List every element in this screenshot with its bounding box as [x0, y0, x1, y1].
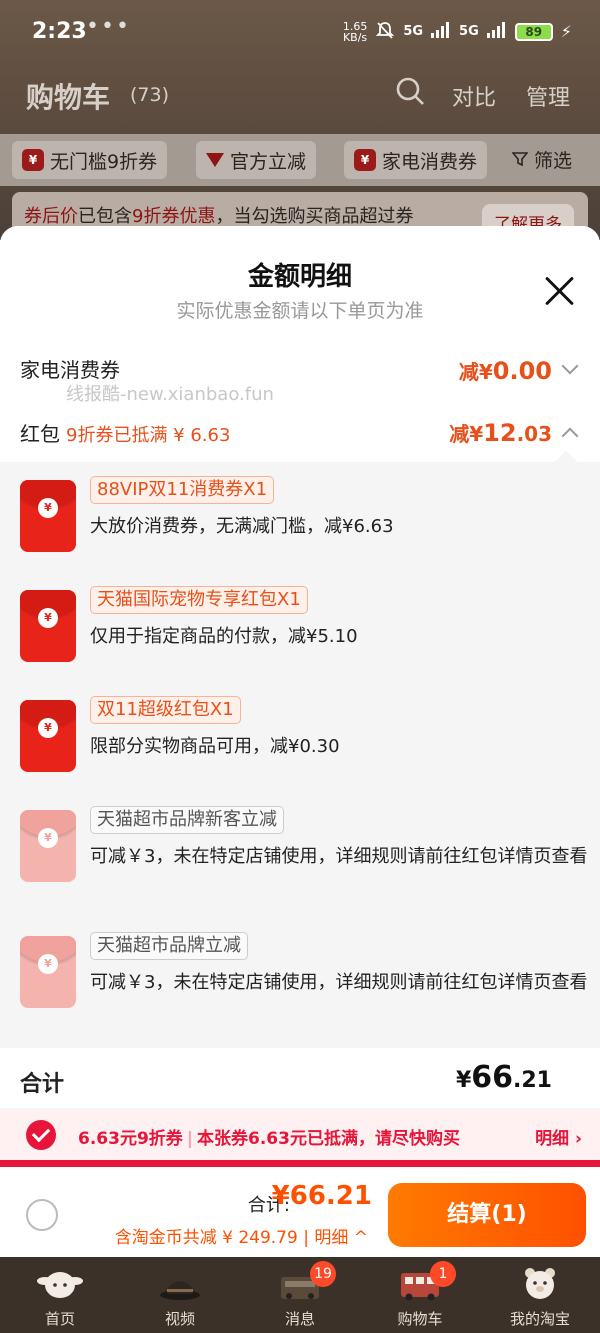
page-title: 购物车	[26, 81, 111, 114]
tab-messages[interactable]: 19 消息	[240, 1257, 360, 1333]
signal-5g-2: 5G	[459, 24, 479, 39]
status-time: 2:23	[32, 19, 87, 44]
funnel-icon	[511, 152, 529, 167]
sheet-total: 合计 ¥66.21	[0, 1048, 600, 1108]
sheet-title: 金额明细	[247, 262, 352, 292]
cart-badge: 1	[430, 1261, 456, 1287]
network-speed: 1.65 KB/s	[342, 19, 368, 44]
battery-indicator: 89	[514, 22, 553, 41]
down-arrow-icon	[206, 153, 224, 167]
filter-button[interactable]: 筛选	[511, 146, 572, 173]
watermark: 线报酷-new.xianbao.fun	[66, 384, 274, 405]
coupon-desc: 可减￥3，未在特定店铺使用，详细规则请前往红包详情页查看	[90, 972, 588, 993]
charging-icon: ⚡	[560, 22, 572, 41]
coupon-tag: 双11超级红包X1	[90, 696, 241, 724]
status-more-icon: •••	[86, 14, 131, 39]
coupon-icon: ¥	[354, 149, 376, 171]
red-envelope-icon: ¥	[20, 590, 76, 662]
total-amount: ¥66.21	[455, 1060, 552, 1095]
coupon-icon: ¥	[22, 149, 44, 171]
total-label: 合计	[20, 1072, 65, 1097]
mute-icon	[375, 20, 395, 43]
checkout-total: ¥66.21	[271, 1181, 372, 1211]
list-item-coupon: ¥ 天猫国际宠物专享红包X1 仅用于指定商品的付款，减¥5.10	[0, 576, 600, 686]
coupon-tag: 天猫超市品牌立减	[90, 932, 248, 960]
hongbao-subtext: 9折券已抵满 ¥ 6.63	[66, 425, 231, 446]
hongbao-amount: 减¥12.03	[449, 419, 552, 447]
coupon-tag: 天猫国际宠物专享红包X1	[90, 586, 308, 614]
cinnamoroll-icon	[37, 1272, 83, 1298]
sheet-header: 金额明细 实际优惠金额请以下单页为准 家电消费券 减¥0.00 线报酷-new.…	[0, 226, 600, 462]
list-item-coupon: ¥ 天猫超市品牌新客立减 可减￥3，未在特定店铺使用，详细规则请前往红包详情页查…	[0, 796, 600, 922]
tab-video[interactable]: 视频	[120, 1257, 240, 1333]
signal-bars-icon	[431, 22, 451, 41]
signal-5g-1: 5G	[403, 24, 424, 39]
tab-bar: 首页 视频 19 消息 1 购物车 我的淘宝	[0, 1257, 600, 1333]
strip-text: 6.63元9折券 | 本张券6.63元已抵满，请尽快购买	[78, 1129, 460, 1149]
red-envelope-icon: ¥	[20, 480, 76, 552]
check-icon	[26, 1120, 56, 1150]
messages-badge: 19	[310, 1261, 336, 1287]
bear-icon	[525, 1268, 555, 1299]
hongbao-label: 红包 9折券已抵满 ¥ 6.63	[20, 422, 231, 446]
search-icon[interactable]	[395, 76, 425, 106]
coupon-tag: 天猫超市品牌新客立减	[90, 806, 284, 834]
signal-bars-icon	[486, 22, 507, 41]
chip-official-discount[interactable]: 官方立减	[196, 141, 317, 179]
checkout-button[interactable]: 结算(1)	[388, 1183, 586, 1247]
select-all-checkbox[interactable]	[26, 1199, 58, 1231]
tab-my-taobao[interactable]: 我的淘宝	[480, 1257, 600, 1333]
tab-home[interactable]: 首页	[0, 1257, 120, 1333]
coupon-tag: 88VIP双11消费券X1	[90, 476, 275, 504]
cart-count: (73)	[130, 84, 170, 106]
close-icon[interactable]	[542, 274, 576, 308]
sheet-subtitle: 实际优惠金额请以下单页为准	[176, 300, 424, 322]
strip-detail-link[interactable]: 明细 ›	[535, 1124, 582, 1149]
red-envelope-icon: ¥	[20, 936, 76, 1008]
red-envelope-icon: ¥	[20, 810, 76, 882]
amount-detail-sheet: 金额明细 实际优惠金额请以下单页为准 家电消费券 减¥0.00 线报酷-new.…	[0, 226, 600, 1161]
list-item-coupon: ¥ 88VIP双11消费券X1 大放价消费券，无满减门槛，减¥6.63	[0, 466, 600, 576]
coupon-desc: 仅用于指定商品的付款，减¥5.10	[90, 626, 358, 647]
coupon-desc: 可减￥3，未在特定店铺使用，详细规则请前往红包详情页查看	[90, 846, 588, 867]
manage-button[interactable]: 管理	[526, 80, 570, 112]
chip-no-threshold-coupon[interactable]: ¥ 无门槛9折券	[12, 141, 168, 179]
list-item-coupon: ¥ 双11超级红包X1 限部分实物商品可用，减¥0.30	[0, 686, 600, 796]
appliance-coupon-label: 家电消费券	[20, 358, 120, 382]
checkout-subtotal-detail[interactable]: 含淘金币共减 ¥ 249.79 | 明细 ^	[115, 1223, 368, 1248]
chevron-up-icon[interactable]	[561, 427, 579, 445]
coupon-desc: 限部分实物商品可用，减¥0.30	[90, 736, 340, 757]
compare-button[interactable]: 对比	[452, 80, 496, 112]
list-item-coupon: ¥ 天猫超市品牌立减 可减￥3，未在特定店铺使用，详细规则请前往红包详情页查看	[0, 922, 600, 1048]
status-bar: 2:23 ••• 1.65 KB/s 5G 5G 89 ⚡	[0, 0, 600, 64]
hat-icon	[160, 1281, 200, 1300]
checkout-bar: 合计: ¥66.21 含淘金币共减 ¥ 249.79 | 明细 ^ 结算(1)	[0, 1167, 600, 1257]
progress-line	[0, 1160, 600, 1167]
tab-cart[interactable]: 1 购物车	[360, 1257, 480, 1333]
red-envelope-icon: ¥	[20, 700, 76, 772]
status-indicators: 1.65 KB/s 5G 5G 89 ⚡	[343, 20, 572, 43]
coupon-desc: 大放价消费券，无满减门槛，减¥6.63	[90, 516, 394, 537]
appliance-coupon-amount: 减¥0.00	[458, 357, 552, 385]
coupon-strip[interactable]: 6.63元9折券 | 本张券6.63元已抵满，请尽快购买 明细 ›	[0, 1110, 600, 1160]
filter-row: ¥ 无门槛9折券 官方立减 ¥ 家电消费券 筛选	[0, 134, 600, 186]
cart-header: 购物车 (73) 对比 管理	[0, 66, 600, 126]
chevron-down-icon[interactable]	[561, 357, 579, 375]
chip-appliance-coupon[interactable]: ¥ 家电消费券	[344, 141, 488, 179]
